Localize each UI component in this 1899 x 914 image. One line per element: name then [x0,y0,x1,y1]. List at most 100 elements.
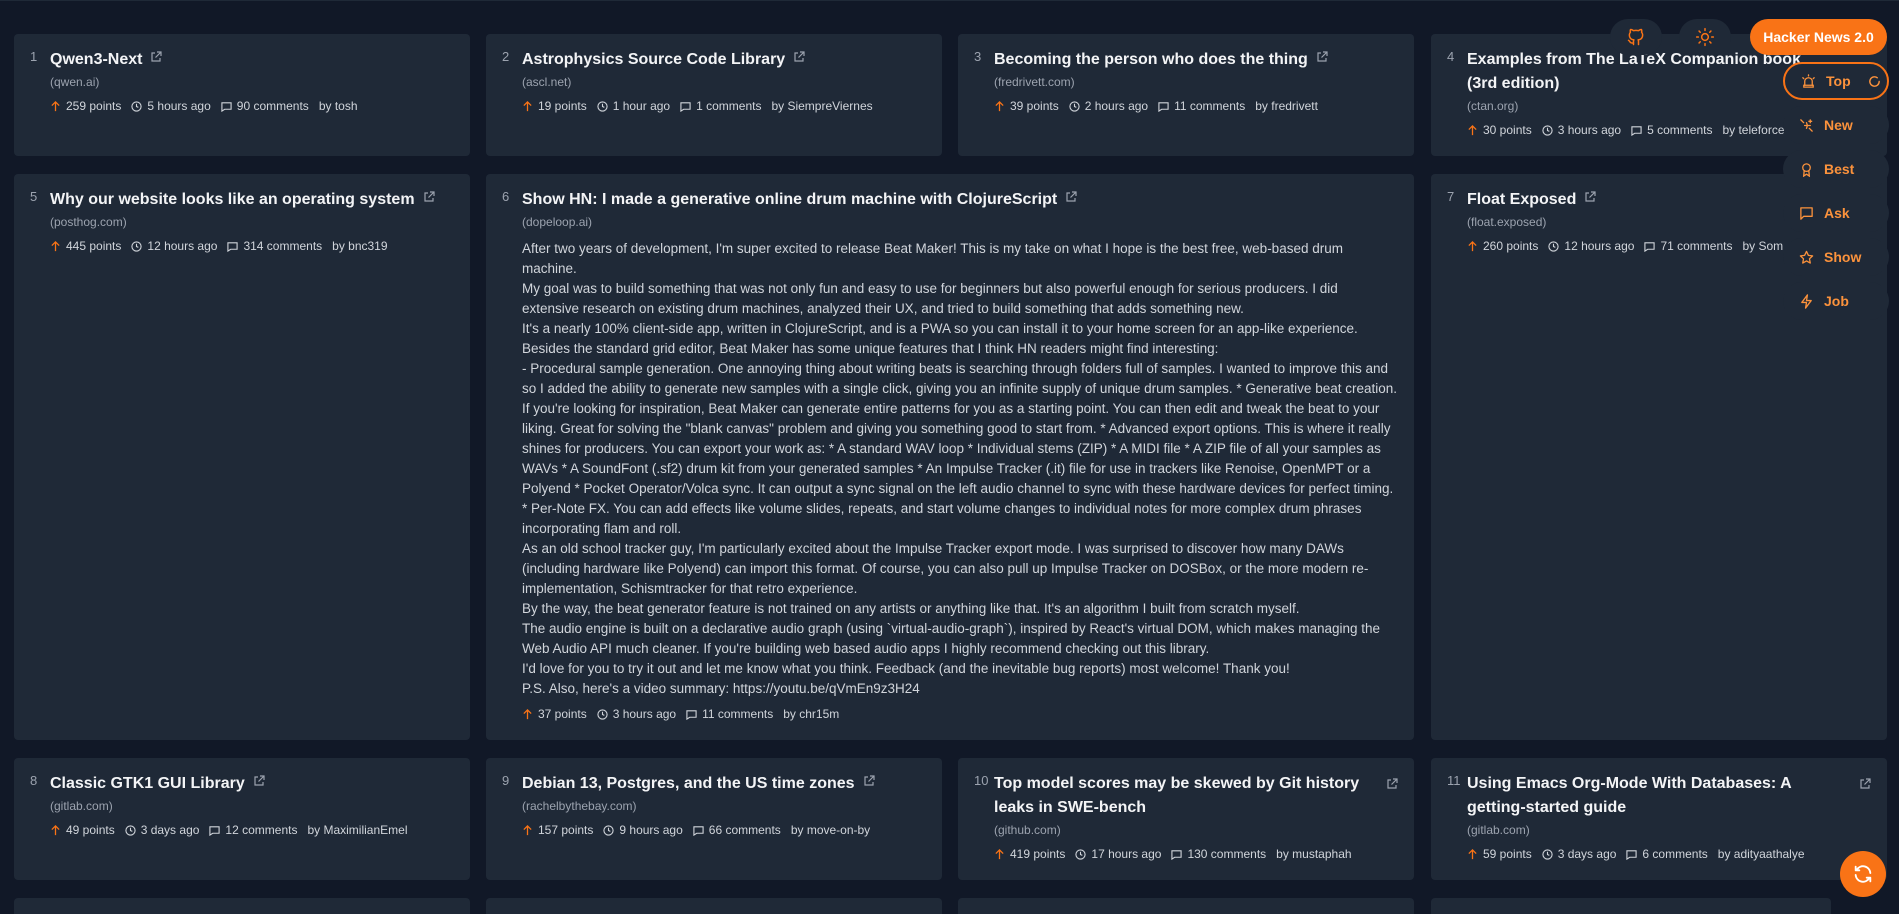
nav-item-new[interactable]: New [1783,106,1889,144]
story-card: 9 Debian 13, Postgres, and the US time z… [486,758,942,880]
external-link-icon[interactable] [253,775,265,787]
story-card-partial [958,898,1414,914]
story-time: 3 hours ago [612,707,677,721]
story-author[interactable]: by mustaphah [1276,845,1351,863]
nav-item-label: Ask [1824,205,1850,221]
external-link-icon[interactable] [793,51,805,63]
story-comments[interactable]: 11 comments [702,705,773,723]
story-title[interactable]: Classic GTK1 GUI Library [50,775,245,792]
story-time: 12 hours ago [1564,239,1635,253]
story-title[interactable]: Qwen3-Next [50,51,142,68]
story-author[interactable]: by teleforce [1722,121,1784,139]
story-author[interactable]: by chr15m [783,705,839,723]
nav-item-top[interactable]: Top [1783,62,1889,100]
theme-toggle-button[interactable] [1679,19,1731,55]
story-author[interactable]: by MaximilianEmel [307,821,407,839]
sun-icon [1695,27,1715,47]
nav-item-label: Top [1826,73,1851,89]
nav-item-label: Show [1824,249,1862,265]
story-rank: 10 [974,773,989,788]
external-link-icon[interactable] [1316,51,1328,63]
refresh-button[interactable] [1840,851,1886,897]
comment-icon [209,825,221,836]
story-points: 30 points [1483,123,1532,137]
story-title[interactable]: Float Exposed [1467,191,1576,208]
story-title[interactable]: Using Emacs Org-Mode With Databases: A g… [1467,775,1791,816]
story-author[interactable]: by tosh [319,97,358,115]
external-link-icon[interactable] [1386,778,1398,790]
story-author[interactable]: by SiempreViernes [771,97,872,115]
clock-icon [1075,848,1087,860]
story-author[interactable]: by move-on-by [791,821,870,839]
comment-icon [1631,125,1642,136]
clock-icon [603,824,615,836]
story-title[interactable]: Show HN: I made a generative online drum… [522,191,1057,208]
arrow-up-icon [522,100,533,112]
external-link-icon[interactable] [863,775,875,787]
story-comments[interactable]: 71 comments [1660,237,1732,255]
nav-item-label: New [1824,117,1853,133]
story-paragraph[interactable]: P.S. Also, here's a video summary: https… [522,679,1398,699]
story-card: 8 Classic GTK1 GUI Library (gitlab.com) … [14,758,470,880]
story-paragraph: After two years of development, I'm supe… [522,241,1343,276]
story-comments[interactable]: 12 comments [225,821,297,839]
story-comments[interactable]: 11 comments [1174,97,1245,115]
story-author[interactable]: by Som [1742,237,1783,255]
comment-icon [1644,241,1656,252]
external-link-icon[interactable] [150,51,163,63]
external-link-icon[interactable] [1859,778,1871,790]
story-domain: (gitlab.com) [1467,823,1530,837]
comment-icon [1171,849,1183,860]
nav-item-label: Best [1824,161,1855,177]
story-paragraph: My goal was to build something that was … [522,281,1338,316]
brand-button[interactable]: Hacker News 2.0 [1750,19,1887,55]
story-title[interactable]: Debian 13, Postgres, and the US time zon… [522,775,855,792]
clock-icon [597,708,608,720]
zap-icon [1799,293,1814,309]
nav-item-best[interactable]: Best [1783,150,1889,188]
arrow-up-icon [1467,124,1478,136]
external-link-icon[interactable] [1584,191,1596,203]
story-comments[interactable]: 66 comments [709,821,781,839]
story-comments[interactable]: 130 comments [1187,845,1266,863]
nav-item-job[interactable]: Job [1783,282,1889,320]
story-card-partial [1431,898,1831,914]
story-card: 3 Becoming the person who does the thing… [958,34,1414,156]
story-title[interactable]: Why our website looks like an operating … [50,191,415,208]
comment-icon [693,825,704,836]
clock-icon [1069,100,1080,112]
story-comments[interactable]: 314 comments [243,237,322,255]
refresh-icon [1852,863,1874,885]
star-icon [1799,250,1814,265]
github-icon [1626,27,1646,47]
story-card: 10 Top model scores may be skewed by Git… [958,758,1414,880]
story-author[interactable]: by fredrivett [1255,97,1318,115]
story-title[interactable]: Astrophysics Source Code Library [522,51,785,68]
story-points: 37 points [538,707,587,721]
story-domain: (qwen.ai) [50,75,100,89]
story-comments[interactable]: 5 comments [1647,121,1712,139]
loading-spinner-icon [1867,74,1882,89]
story-time: 9 hours ago [619,823,683,837]
external-link-icon[interactable] [423,191,435,203]
story-title[interactable]: Examples from The LaTeX Companion book (… [1467,51,1801,92]
github-button[interactable] [1610,19,1662,55]
story-author[interactable]: by adityaathalye [1718,845,1805,863]
story-author[interactable]: by bnc319 [332,237,387,255]
story-rank: 1 [30,49,38,64]
clock-icon [131,240,143,252]
story-paragraph: By the way, the beat generator feature i… [522,601,1300,616]
arrow-up-icon [50,100,61,112]
story-title[interactable]: Becoming the person who does the thing [994,51,1308,68]
story-title[interactable]: Top model scores may be skewed by Git hi… [994,775,1359,816]
story-rank: 7 [1447,189,1455,204]
nav-item-ask[interactable]: Ask [1783,194,1889,232]
story-comments[interactable]: 6 comments [1642,845,1707,863]
story-time: 1 hour ago [612,99,671,113]
story-comments[interactable]: 90 comments [237,97,309,115]
clock-icon [1542,124,1553,136]
story-comments[interactable]: 1 comments [696,97,761,115]
external-link-icon[interactable] [1065,191,1077,203]
nav-item-show[interactable]: Show [1783,238,1889,276]
nav-item-label: Job [1824,293,1849,309]
